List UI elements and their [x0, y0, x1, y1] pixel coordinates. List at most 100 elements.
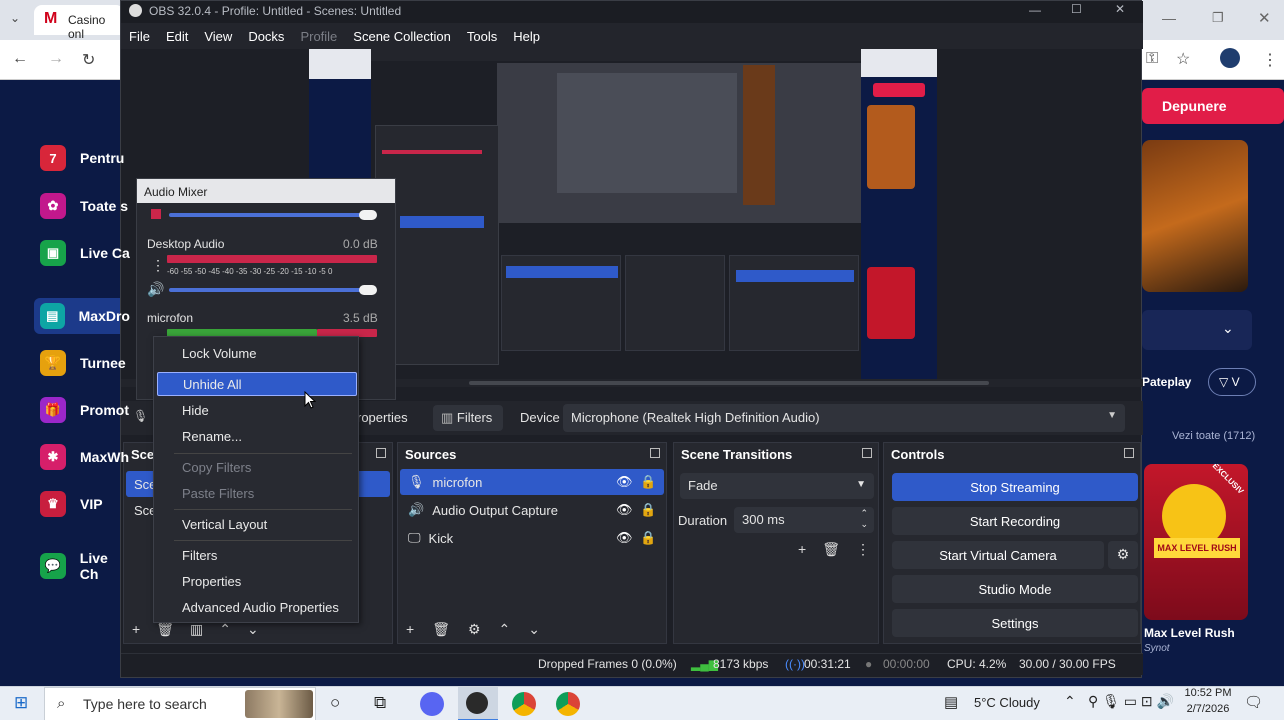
obs-minimize-icon[interactable]: —: [1029, 3, 1041, 17]
profile-avatar[interactable]: [1220, 48, 1240, 68]
add-icon[interactable]: +: [132, 621, 140, 638]
max-level-rush-thumbnail[interactable]: MAX LEVEL RUSH EXCLUSIV: [1144, 464, 1248, 620]
menu-view[interactable]: View: [196, 29, 240, 44]
chevron-up-icon[interactable]: ⌃: [1064, 693, 1076, 710]
preview-scroll-thumb[interactable]: [469, 381, 989, 385]
speaker-icon[interactable]: 🔊: [147, 281, 164, 298]
sidebar-item[interactable]: ▣ Live Ca: [40, 235, 130, 271]
menu-properties[interactable]: Properties: [157, 570, 357, 594]
cortana-icon[interactable]: ○: [330, 693, 340, 713]
close-icon[interactable]: ✕: [1258, 9, 1271, 27]
studio-mode-button[interactable]: Studio Mode: [892, 575, 1138, 603]
dock-float-icon[interactable]: [1124, 448, 1134, 458]
dock-float-icon[interactable]: [650, 448, 660, 458]
kebab-menu-icon[interactable]: ⋮: [1262, 50, 1278, 70]
volume-knob[interactable]: [359, 285, 377, 295]
kebab-icon[interactable]: ⋮: [151, 257, 165, 274]
task-view-icon[interactable]: ⧉: [374, 693, 386, 713]
lock-icon[interactable]: 🔒: [640, 502, 656, 518]
obs-maximize-icon[interactable]: ☐: [1071, 2, 1082, 16]
tab-list-icon[interactable]: ⌄: [10, 11, 20, 25]
menu-advanced-audio-properties[interactable]: Advanced Audio Properties: [157, 596, 357, 620]
deposit-button[interactable]: Depunere: [1142, 88, 1284, 124]
up-icon[interactable]: ⌃: [499, 621, 511, 638]
reload-icon[interactable]: ↻: [82, 50, 95, 70]
lock-icon[interactable]: 🔒: [640, 474, 656, 490]
filter-chip[interactable]: ▽ V: [1208, 368, 1256, 396]
start-recording-button[interactable]: Start Recording: [892, 507, 1138, 535]
restore-icon[interactable]: ❐: [1212, 10, 1224, 26]
menu-unhide-all[interactable]: Unhide All: [157, 372, 357, 396]
menu-file[interactable]: File: [121, 29, 158, 44]
sidebar-item[interactable]: 🏆 Turnee: [40, 345, 130, 381]
filter-icon[interactable]: ▥: [190, 621, 203, 638]
stop-streaming-button[interactable]: Stop Streaming: [892, 473, 1138, 501]
windows-start-icon[interactable]: ⊞: [14, 693, 28, 713]
game-thumbnail[interactable]: [1142, 140, 1248, 292]
up-icon[interactable]: ⌃: [219, 621, 231, 638]
sidebar-item[interactable]: ✿ Toate s: [40, 188, 130, 224]
sidebar-item[interactable]: ✱ MaxWh: [40, 439, 130, 475]
menu-lock-volume[interactable]: Lock Volume: [157, 342, 357, 366]
filter-box[interactable]: ⌄: [1142, 310, 1252, 350]
minimize-icon[interactable]: —: [1162, 10, 1176, 26]
sidebar-item[interactable]: 🎁 Promot: [40, 392, 130, 428]
clock-time[interactable]: 10:52 PM: [1182, 687, 1234, 699]
dock-float-icon[interactable]: [862, 448, 872, 458]
chrome-icon-2[interactable]: [556, 692, 580, 716]
sidebar-item[interactable]: ♛ VIP: [40, 486, 130, 522]
dock-float-icon[interactable]: [376, 448, 386, 458]
source-item-kick[interactable]: 🖵 Kick 👁 🔒: [400, 525, 664, 551]
taskbar-search[interactable]: ⌕ Type here to search: [44, 687, 316, 720]
menu-scene-collection[interactable]: Scene Collection: [345, 29, 459, 44]
source-item-audio-output[interactable]: 🔊 Audio Output Capture 👁 🔒: [400, 497, 664, 523]
menu-docks[interactable]: Docks: [240, 29, 292, 44]
back-icon[interactable]: ←: [12, 50, 28, 68]
kebab-icon[interactable]: ⋮: [856, 541, 870, 558]
menu-paste-filters[interactable]: Paste Filters: [157, 482, 357, 506]
pateplay-filter[interactable]: Pateplay: [1142, 368, 1192, 396]
gear-icon[interactable]: ⚙: [468, 621, 481, 638]
down-icon[interactable]: ⌄: [528, 621, 540, 638]
menu-filters[interactable]: Filters: [157, 544, 357, 568]
source-item-microfon[interactable]: 🎙 microfon 👁 🔒: [400, 469, 664, 495]
device-select[interactable]: Microphone (Realtek High Definition Audi…: [563, 404, 1125, 432]
star-icon[interactable]: ☆: [1176, 49, 1190, 69]
spinner-icon[interactable]: ⌃ ⌄: [860, 508, 868, 530]
menu-rename[interactable]: Rename...: [157, 425, 357, 449]
virtual-camera-settings-gear-icon[interactable]: ⚙: [1108, 541, 1138, 569]
down-icon[interactable]: ⌄: [247, 621, 259, 638]
key-icon[interactable]: ⚿: [1146, 50, 1158, 68]
obs-taskbar-button[interactable]: [458, 687, 498, 720]
sidebar-item[interactable]: 7 Pentru: [40, 140, 130, 176]
filters-button[interactable]: ▥ Filters: [433, 405, 503, 431]
weather-icon[interactable]: ▤: [944, 693, 958, 711]
volume-slider[interactable]: [169, 288, 369, 292]
lock-icon[interactable]: 🔒: [640, 530, 656, 546]
trash-icon[interactable]: 🗑: [432, 621, 450, 638]
menu-help[interactable]: Help: [505, 29, 548, 44]
sidebar-item[interactable]: 💬 Live Ch: [40, 548, 130, 584]
preview-canvas[interactable]: [309, 49, 937, 379]
add-icon[interactable]: +: [798, 541, 806, 558]
settings-button[interactable]: Settings: [892, 609, 1138, 637]
menu-profile[interactable]: Profile: [292, 29, 345, 44]
eye-icon[interactable]: 👁: [616, 474, 633, 490]
notification-icon[interactable]: 🗨: [1244, 693, 1263, 711]
menu-vertical-layout[interactable]: Vertical Layout: [157, 513, 357, 537]
forward-icon[interactable]: →: [48, 50, 64, 68]
volume-slider[interactable]: [169, 213, 369, 217]
discord-icon[interactable]: [420, 692, 444, 716]
trash-icon[interactable]: 🗑: [822, 541, 840, 558]
eye-icon[interactable]: 👁: [616, 502, 633, 518]
browser-tab[interactable]: M Casino onl: [34, 5, 124, 41]
menu-tools[interactable]: Tools: [459, 29, 505, 44]
menu-copy-filters[interactable]: Copy Filters: [157, 456, 357, 480]
start-virtual-camera-button[interactable]: Start Virtual Camera: [892, 541, 1104, 569]
chrome-icon[interactable]: [512, 692, 536, 716]
trash-icon[interactable]: 🗑: [156, 621, 174, 638]
obs-close-icon[interactable]: ✕: [1115, 2, 1125, 16]
volume-knob[interactable]: [359, 210, 377, 220]
sidebar-item[interactable]: ▤ MaxDro: [40, 298, 130, 334]
menu-edit[interactable]: Edit: [158, 29, 196, 44]
